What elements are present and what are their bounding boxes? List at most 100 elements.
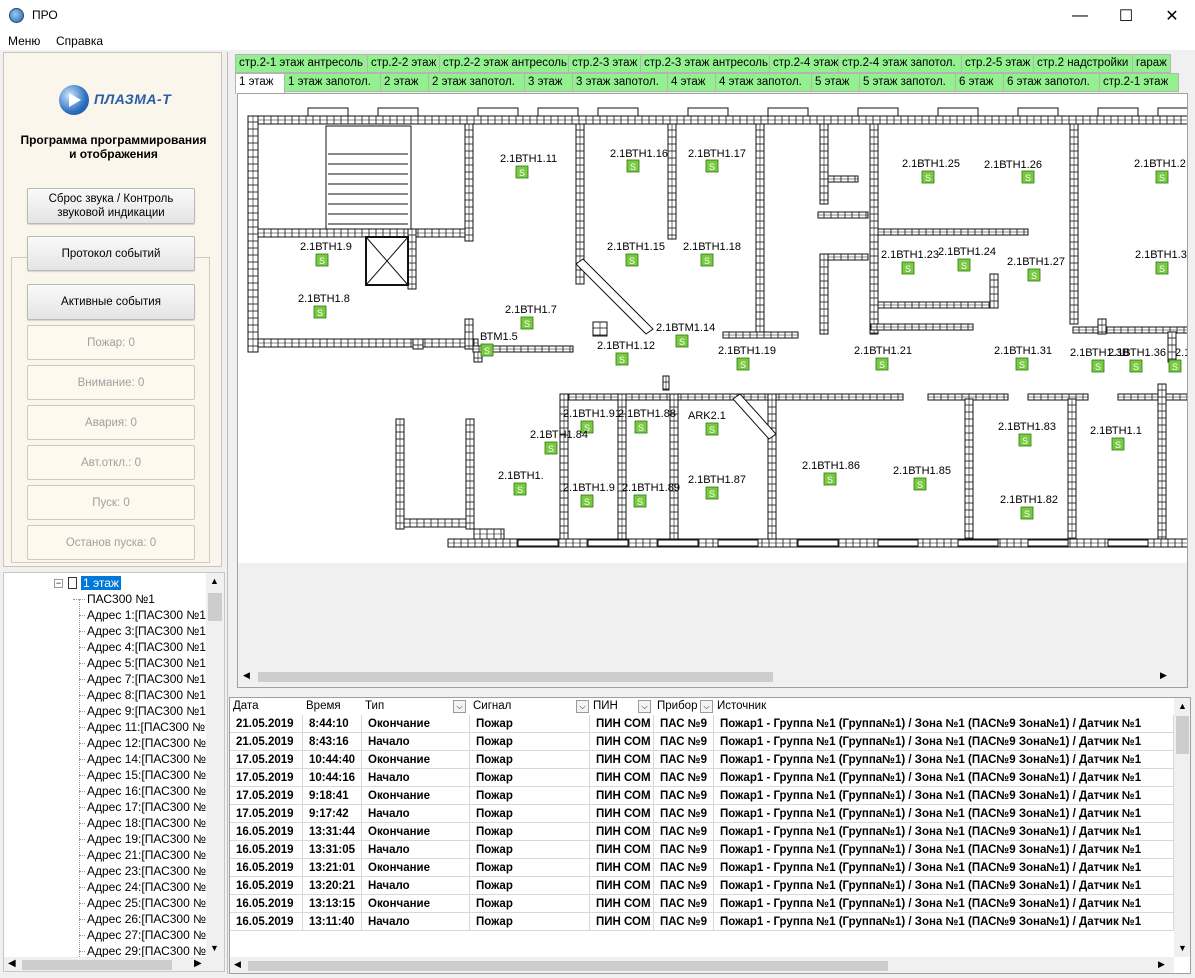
table-cell[interactable]: Пожар <box>470 895 590 913</box>
table-cell[interactable]: 17.05.2019 <box>230 769 303 787</box>
table-cell[interactable]: Пожар1 - Группа №1 (Группа№1) / Зона №1 … <box>714 913 1174 931</box>
smoke-detector-icon[interactable]: S <box>675 334 689 348</box>
smoke-detector-icon[interactable]: S <box>1111 437 1125 451</box>
map-scroll-left-icon[interactable]: ◀ <box>243 670 250 681</box>
tree-item[interactable]: Адрес 17:[ПАС300 №1] <box>79 799 216 815</box>
map-scroll-thumb[interactable] <box>258 672 773 682</box>
table-cell[interactable]: ПАС №9 <box>654 895 714 913</box>
table-cell[interactable]: Пожар1 - Группа №1 (Группа№1) / Зона №1 … <box>714 895 1174 913</box>
tab-2-6[interactable]: 4 этаж <box>667 73 716 92</box>
events-scroll-left-icon[interactable]: ◀ <box>234 959 241 970</box>
tab-2-1[interactable]: 1 этаж запотол. <box>284 73 381 92</box>
table-cell[interactable]: Начало <box>362 877 470 895</box>
table-cell[interactable]: 9:17:42 <box>303 805 362 823</box>
table-cell[interactable]: ПАС №9 <box>654 733 714 751</box>
scroll-down-icon[interactable]: ▼ <box>210 943 219 953</box>
table-cell[interactable]: Окончание <box>362 823 470 841</box>
tab-2-9[interactable]: 5 этаж запотол. <box>859 73 956 92</box>
close-button[interactable]: ✕ <box>1149 0 1195 31</box>
reset-sound-button[interactable]: Сброс звука / Контроль звуковой индикаци… <box>27 188 195 224</box>
tab-2-10[interactable]: 6 этаж <box>955 73 1004 92</box>
tree-horizontal-scrollbar[interactable]: ◀ ▶ <box>4 957 224 971</box>
table-cell[interactable]: 13:11:40 <box>303 913 362 931</box>
table-cell[interactable]: ПАС №9 <box>654 823 714 841</box>
table-cell[interactable]: Начало <box>362 913 470 931</box>
smoke-detector-icon[interactable]: S <box>544 441 558 455</box>
tab-2-8[interactable]: 5 этаж <box>811 73 860 92</box>
active-events-button[interactable]: Активные события <box>27 284 195 320</box>
table-cell[interactable]: Пожар1 - Группа №1 (Группа№1) / Зона №1 … <box>714 715 1174 733</box>
table-cell[interactable]: Пожар <box>470 841 590 859</box>
table-cell[interactable]: 13:20:21 <box>303 877 362 895</box>
auto-off-counter[interactable]: Авт.откл.: 0 <box>27 445 195 480</box>
smoke-detector-icon[interactable]: S <box>515 165 529 179</box>
column-header[interactable]: Время <box>303 698 362 715</box>
table-cell[interactable]: Пожар <box>470 787 590 805</box>
smoke-detector-icon[interactable]: S <box>1018 433 1032 447</box>
column-header[interactable]: Дата <box>230 698 303 715</box>
table-cell[interactable]: ПАС №9 <box>654 841 714 859</box>
tree-item[interactable]: Адрес 14:[ПАС300 №1] <box>79 751 216 767</box>
smoke-detector-icon[interactable]: S <box>520 316 534 330</box>
tab-1-1[interactable]: стр.2-2 этаж <box>367 54 440 73</box>
smoke-detector-icon[interactable]: S <box>313 305 327 319</box>
table-cell[interactable]: 13:21:01 <box>303 859 362 877</box>
table-cell[interactable]: ПИН СОМ <box>590 715 654 733</box>
column-header[interactable]: Сигнал <box>470 698 590 715</box>
tab-2-0[interactable]: 1 этаж <box>235 73 285 94</box>
smoke-detector-icon[interactable]: S <box>705 159 719 173</box>
table-cell[interactable]: Пожар <box>470 715 590 733</box>
table-cell[interactable]: Окончание <box>362 715 470 733</box>
table-cell[interactable]: ПАС №9 <box>654 859 714 877</box>
table-cell[interactable]: Окончание <box>362 859 470 877</box>
attention-counter[interactable]: Внимание: 0 <box>27 365 195 400</box>
tree-root-node[interactable]: − 1 этаж <box>54 575 121 591</box>
tree-vertical-scrollbar[interactable]: ▲ ▼ <box>206 573 224 957</box>
scroll-up-icon[interactable]: ▲ <box>210 576 219 586</box>
smoke-detector-icon[interactable]: S <box>1155 170 1169 184</box>
smoke-detector-icon[interactable]: S <box>700 253 714 267</box>
table-cell[interactable]: 9:18:41 <box>303 787 362 805</box>
failure-counter[interactable]: Авария: 0 <box>27 405 195 440</box>
map-horizontal-scrollbar[interactable]: ◀ ▶ <box>240 668 1175 685</box>
scroll-right-icon[interactable]: ▶ <box>194 958 202 969</box>
tab-2-3[interactable]: 2 этаж запотол. <box>428 73 525 92</box>
maximize-button[interactable]: ☐ <box>1103 0 1149 31</box>
tree-item[interactable]: Адрес 27:[ПАС300 №1] <box>79 927 216 943</box>
table-cell[interactable]: Пожар1 - Группа №1 (Группа№1) / Зона №1 … <box>714 877 1174 895</box>
tree-item[interactable]: Адрес 21:[ПАС300 №1] <box>79 847 216 863</box>
map-scroll-right-icon[interactable]: ▶ <box>1160 670 1167 681</box>
table-cell[interactable]: Пожар <box>470 769 590 787</box>
table-cell[interactable]: 21.05.2019 <box>230 733 303 751</box>
smoke-detector-icon[interactable]: S <box>633 494 647 508</box>
table-cell[interactable]: 8:43:16 <box>303 733 362 751</box>
tree-item[interactable]: Адрес 9:[ПАС300 №1] <box>79 703 209 719</box>
tab-1-6[interactable]: стр.2-4 этаж запотол. <box>838 54 962 73</box>
start-counter[interactable]: Пуск: 0 <box>27 485 195 520</box>
table-cell[interactable]: ПИН СОМ <box>590 877 654 895</box>
tab-1-0[interactable]: стр.2-1 этаж антресоль <box>235 54 368 73</box>
table-cell[interactable]: Пожар <box>470 733 590 751</box>
table-cell[interactable]: ПАС №9 <box>654 769 714 787</box>
table-cell[interactable]: ПИН СОМ <box>590 895 654 913</box>
tab-1-3[interactable]: стр.2-3 этаж <box>568 54 641 73</box>
table-cell[interactable]: ПИН СОМ <box>590 733 654 751</box>
table-cell[interactable]: ПИН СОМ <box>590 841 654 859</box>
smoke-detector-icon[interactable]: S <box>634 420 648 434</box>
table-cell[interactable]: ПИН СОМ <box>590 769 654 787</box>
events-scroll-down-icon[interactable]: ▼ <box>1178 943 1187 953</box>
table-cell[interactable]: Окончание <box>362 751 470 769</box>
smoke-detector-icon[interactable]: S <box>580 494 594 508</box>
table-cell[interactable]: 16.05.2019 <box>230 877 303 895</box>
smoke-detector-icon[interactable]: S <box>1129 359 1143 373</box>
filter-type-dropdown-icon[interactable]: ⌵ <box>453 700 466 713</box>
smoke-detector-icon[interactable]: S <box>1155 261 1169 275</box>
table-cell[interactable]: ПАС №9 <box>654 805 714 823</box>
table-cell[interactable]: ПИН СОМ <box>590 859 654 877</box>
column-header[interactable]: Источник <box>714 698 1174 715</box>
fire-counter[interactable]: Пожар: 0 <box>27 325 195 360</box>
tab-1-8[interactable]: стр.2 надстройки <box>1033 54 1133 73</box>
events-horizontal-scrollbar[interactable]: ◀ ▶ <box>230 957 1174 973</box>
smoke-detector-icon[interactable]: S <box>1027 268 1041 282</box>
filter-pin-dropdown-icon[interactable]: ⌵ <box>638 700 651 713</box>
